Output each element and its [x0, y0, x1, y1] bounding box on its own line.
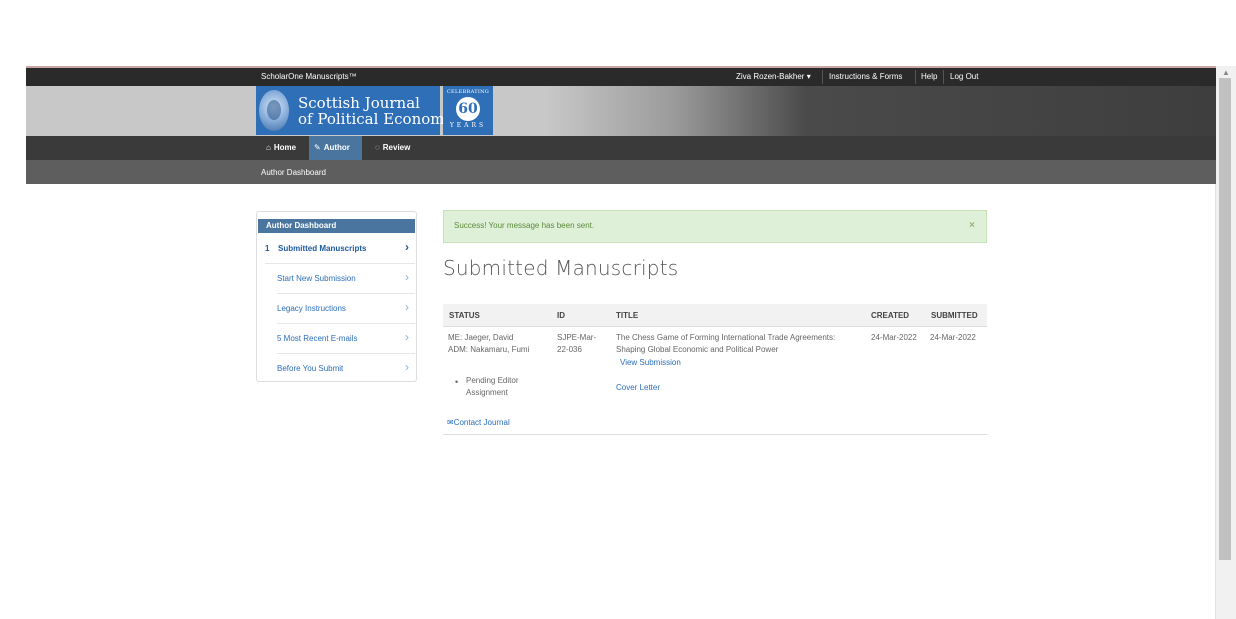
status-me: ME: Jaeger, David — [448, 333, 514, 342]
header-banner — [26, 86, 1216, 136]
sidebar-item-start-new-submission[interactable]: Start New Submission › — [277, 264, 415, 294]
cover-letter-link[interactable]: Cover Letter — [616, 383, 660, 392]
chevron-right-icon: › — [405, 300, 409, 314]
contact-journal-link[interactable]: ✉Contact Journal — [447, 418, 510, 427]
success-alert: Success! Your message has been sent. × — [443, 210, 987, 243]
nav-author[interactable]: ✎ Author — [309, 136, 362, 160]
contact-journal-label: Contact Journal — [453, 418, 510, 427]
seal-portrait — [267, 100, 281, 120]
sidebar-item-label: Start New Submission — [277, 274, 356, 283]
envelope-icon: ✉ — [447, 418, 454, 427]
bullet-icon: • — [455, 377, 459, 387]
vertical-scrollbar[interactable]: ▲ — [1215, 66, 1236, 619]
journal-logo[interactable]: Scottish Journal of Political Economy — [256, 86, 453, 135]
celebrating-text: CELEBRATING — [446, 89, 490, 95]
top-bar: ScholarOne Manuscripts™ Ziva Rozen-Bakhe… — [26, 66, 1216, 86]
sidebar-item-label: Before You Submit — [277, 364, 344, 373]
nav-home-label: Home — [273, 143, 297, 152]
pencil-icon: ✎ — [314, 143, 321, 152]
view-submission-link[interactable]: View Submission — [620, 358, 681, 367]
breadcrumb: Author Dashboard — [261, 168, 326, 177]
author-dashboard-sidebar: Author Dashboard 1 Submitted Manuscripts… — [256, 211, 417, 382]
row-divider — [443, 434, 987, 435]
sidebar-item-recent-emails[interactable]: 5 Most Recent E-mails › — [277, 324, 415, 354]
manuscript-title: The Chess Game of Forming International … — [616, 333, 836, 354]
breadcrumb-bar: Author Dashboard — [26, 160, 1216, 184]
sidebar-item-label: Legacy Instructions — [277, 304, 346, 313]
column-title: TITLE — [616, 311, 639, 320]
table-header: STATUS ID TITLE CREATED SUBMITTED — [443, 304, 987, 327]
chevron-right-icon: › — [405, 330, 409, 344]
scroll-up-arrow-icon[interactable]: ▲ — [1222, 68, 1230, 77]
chevron-right-icon: › — [405, 360, 409, 374]
instructions-forms-link[interactable]: Instructions & Forms — [829, 72, 902, 81]
user-menu[interactable]: Ziva Rozen-Bakher ▾ — [736, 72, 811, 81]
chevron-right-icon: › — [405, 240, 409, 254]
anniversary-badge: CELEBRATING 60 YEARS — [443, 86, 493, 135]
sidebar-item-legacy-instructions[interactable]: Legacy Instructions › — [277, 294, 415, 324]
journal-title-line2: of Political Economy — [298, 110, 453, 128]
nav-review[interactable]: ◌ Review — [370, 136, 415, 160]
close-icon[interactable]: × — [969, 220, 975, 231]
sidebar-item-label: Submitted Manuscripts — [278, 244, 367, 253]
nav-author-label: Author — [323, 143, 350, 152]
nav-home[interactable]: ⌂ Home — [261, 136, 301, 160]
main-nav: ⌂ Home ✎ Author ◌ Review — [26, 136, 1216, 160]
help-link[interactable]: Help — [921, 72, 937, 81]
scholarone-brand[interactable]: ScholarOne Manuscripts™ — [261, 72, 357, 81]
column-created: CREATED — [871, 311, 910, 320]
column-submitted: SUBMITTED — [931, 311, 978, 320]
separator — [822, 70, 823, 84]
separator — [915, 70, 916, 84]
separator — [943, 70, 944, 84]
sidebar-item-submitted-manuscripts[interactable]: 1 Submitted Manuscripts › — [265, 234, 415, 264]
scrollbar-thumb[interactable] — [1219, 78, 1231, 560]
status-pending: Pending Editor Assignment — [466, 376, 519, 397]
sidebar-item-count: 1 — [265, 244, 270, 253]
column-id: ID — [557, 311, 565, 320]
years-text: YEARS — [449, 122, 487, 129]
sixty-badge: 60 — [456, 97, 480, 121]
sidebar-title: Author Dashboard — [258, 219, 415, 233]
created-date: 24-Mar-2022 — [871, 333, 917, 342]
sidebar-item-label: 5 Most Recent E-mails — [277, 334, 358, 343]
logout-link[interactable]: Log Out — [950, 72, 978, 81]
column-status: STATUS — [449, 311, 480, 320]
home-icon: ⌂ — [266, 143, 271, 152]
status-adm: ADM: Nakamaru, Fumi — [448, 345, 530, 354]
nav-review-label: Review — [382, 143, 411, 152]
chevron-right-icon: › — [405, 270, 409, 284]
comment-icon: ◌ — [375, 143, 380, 152]
page-title: Submitted Manuscripts — [443, 256, 679, 280]
alert-message: Success! Your message has been sent. — [454, 221, 595, 230]
sidebar-item-before-you-submit[interactable]: Before You Submit › — [277, 354, 415, 384]
submitted-date: 24-Mar-2022 — [930, 333, 976, 342]
manuscript-id: SJPE-Mar-22-036 — [557, 333, 597, 354]
